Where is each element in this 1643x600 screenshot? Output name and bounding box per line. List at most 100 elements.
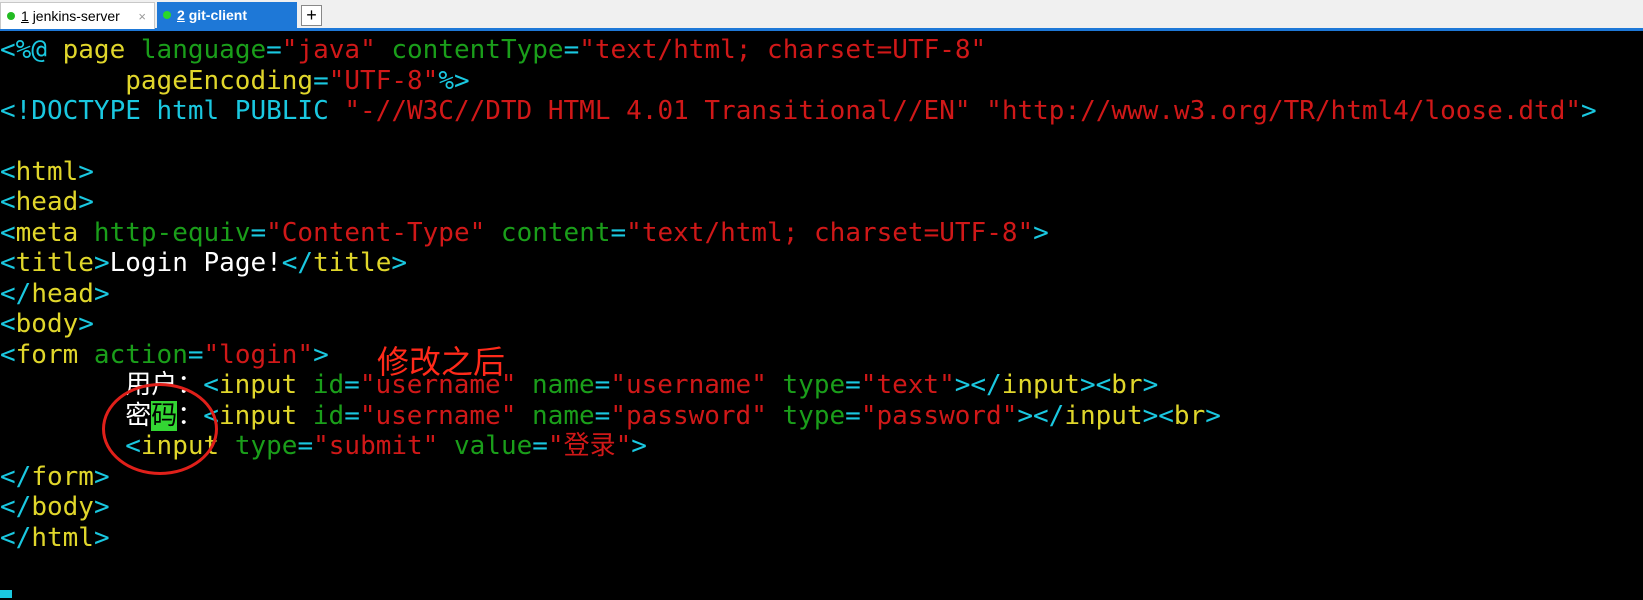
token: language: [125, 35, 267, 65]
code-line-2: pageEncoding="UTF-8"%>: [0, 65, 469, 97]
token: =: [344, 370, 360, 400]
token: "password": [610, 401, 767, 431]
code-line-3: <!DOCTYPE html PUBLIC "-//W3C//DTD HTML …: [0, 95, 1597, 127]
token: http-equiv: [78, 218, 251, 248]
token: =: [187, 340, 204, 370]
token: content: [485, 218, 611, 248]
token: >: [93, 279, 110, 309]
token: >: [93, 248, 110, 278]
tab-number: 2: [177, 7, 185, 23]
token: >: [93, 523, 110, 553]
token: =: [313, 66, 329, 96]
token: <: [0, 248, 16, 278]
token: =: [297, 431, 314, 461]
code-line-1: <%@ page language="java" contentType="te…: [0, 34, 986, 66]
token: contentType: [375, 35, 564, 65]
tab-number: 1: [21, 8, 29, 24]
token: >: [631, 431, 647, 461]
token: input: [1064, 401, 1143, 431]
terminal-editor[interactable]: <%@ page language="java" contentType="te…: [0, 34, 1643, 600]
token: "password": [860, 401, 1018, 431]
token: =: [610, 218, 627, 248]
annotation-circle: [102, 383, 218, 475]
token: =: [266, 35, 282, 65]
token: id: [297, 401, 345, 431]
token: <!DOCTYPE html PUBLIC: [0, 96, 345, 126]
token: "text/html; charset=UTF-8": [626, 218, 1034, 248]
token: "登录": [547, 431, 632, 461]
connected-status-icon: [7, 12, 15, 21]
token: head: [31, 279, 94, 309]
token: input: [1001, 370, 1080, 400]
token: =: [344, 401, 360, 431]
tab-jenkins-server[interactable]: 1 jenkins-server ×: [0, 2, 155, 29]
tab-bar: 1 jenkins-server × 2 git-client +: [0, 0, 1643, 31]
token: </: [0, 492, 32, 522]
token: <: [0, 187, 16, 217]
token: =: [594, 370, 611, 400]
token: </: [0, 279, 32, 309]
token: ><: [1079, 370, 1112, 400]
token: type: [766, 401, 846, 431]
token: form: [15, 340, 79, 370]
token: "Content-Type": [266, 218, 486, 248]
token: page: [62, 35, 126, 65]
token: =: [594, 401, 611, 431]
token: <: [203, 370, 219, 400]
token: >: [313, 340, 329, 370]
token: name: [516, 401, 595, 431]
token: <: [0, 309, 16, 339]
token: type: [766, 370, 846, 400]
token: <: [0, 340, 16, 370]
token: pageEncoding: [125, 66, 314, 96]
token: "-//W3C//DTD HTML 4.01 Transitional//EN": [344, 96, 971, 126]
token: >: [78, 309, 94, 339]
token: value: [438, 431, 533, 461]
code-line-14: <input type="submit" value="登录">: [0, 430, 647, 462]
new-tab-button[interactable]: +: [301, 5, 322, 26]
token: Login Page!: [109, 248, 282, 278]
code-line-16: </body>: [0, 491, 110, 523]
token: =: [845, 401, 861, 431]
tab-git-client[interactable]: 2 git-client: [157, 2, 297, 29]
token: >: [78, 187, 94, 217]
token: html: [15, 157, 79, 187]
token: >: [391, 248, 408, 278]
token: >: [93, 492, 110, 522]
code-line-9: </head>: [0, 278, 110, 310]
token: <: [0, 157, 16, 187]
token: >: [1205, 401, 1221, 431]
close-icon[interactable]: ×: [138, 3, 146, 30]
token: html: [31, 523, 94, 553]
token: title: [313, 248, 392, 278]
code-line-10: <body>: [0, 308, 94, 340]
code-line-7: <meta http-equiv="Content-Type" content=…: [0, 217, 1049, 249]
token: ></: [1017, 401, 1065, 431]
token: input: [218, 370, 298, 400]
token: >: [1142, 370, 1159, 400]
token: body: [31, 492, 94, 522]
terminal-cursor: [0, 590, 12, 598]
code-line-8: <title>Login Page!</title>: [0, 247, 407, 279]
token: ><: [1142, 401, 1174, 431]
token: "text": [860, 370, 955, 400]
token: "text/html; charset=UTF-8": [579, 35, 987, 65]
token: >: [93, 462, 110, 492]
token: type: [219, 431, 298, 461]
token: id: [297, 370, 345, 400]
token: <%@: [0, 35, 63, 65]
code-line-6: <head>: [0, 186, 94, 218]
token: =: [845, 370, 861, 400]
token: body: [15, 309, 79, 339]
token: name: [516, 370, 595, 400]
token: "login": [203, 340, 314, 370]
tab-label: jenkins-server: [32, 8, 120, 24]
token: <: [0, 218, 16, 248]
token: br: [1111, 370, 1143, 400]
code-line-11: <form action="login">: [0, 339, 329, 371]
token: "http://www.w3.org/TR/html4/loose.dtd": [986, 96, 1581, 126]
connected-status-icon: [163, 11, 171, 20]
